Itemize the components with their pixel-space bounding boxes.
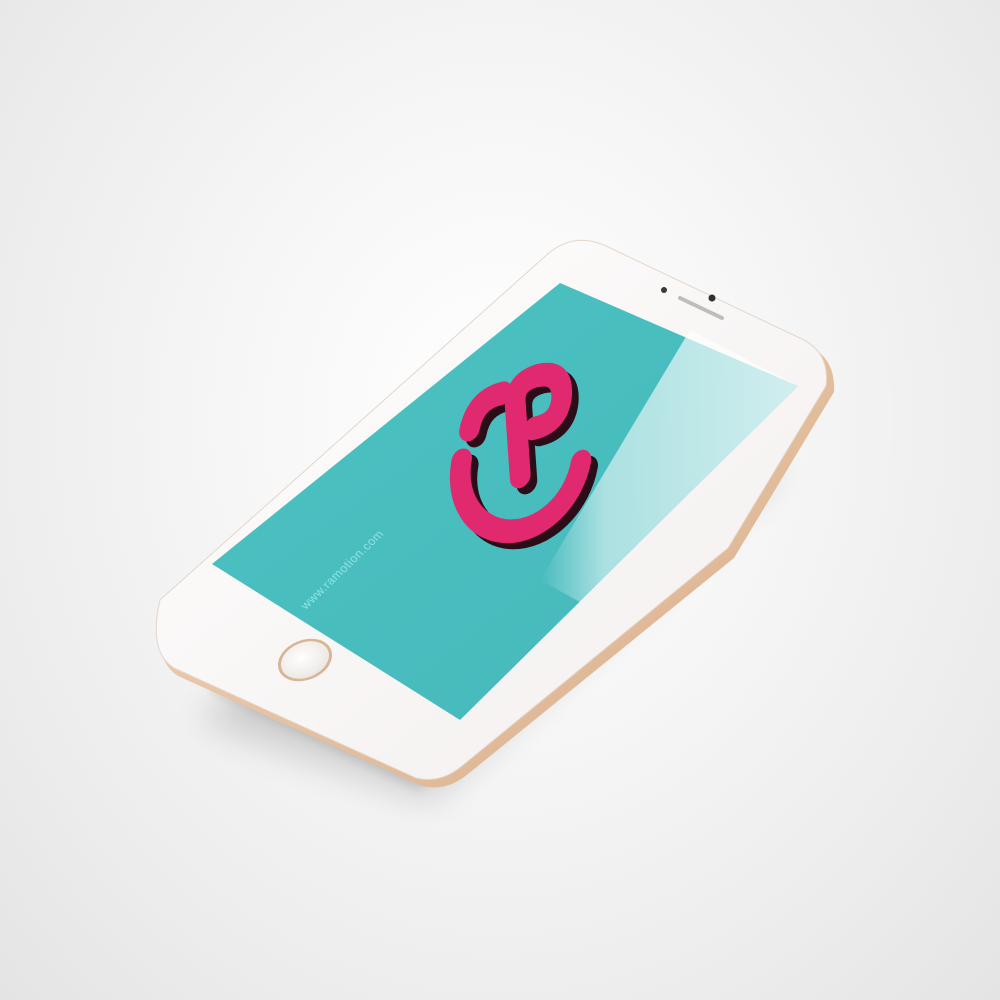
front-camera: [708, 294, 716, 302]
product-photo: www.ramotion.com: [155, 239, 835, 800]
proximity-sensor: [661, 287, 667, 293]
